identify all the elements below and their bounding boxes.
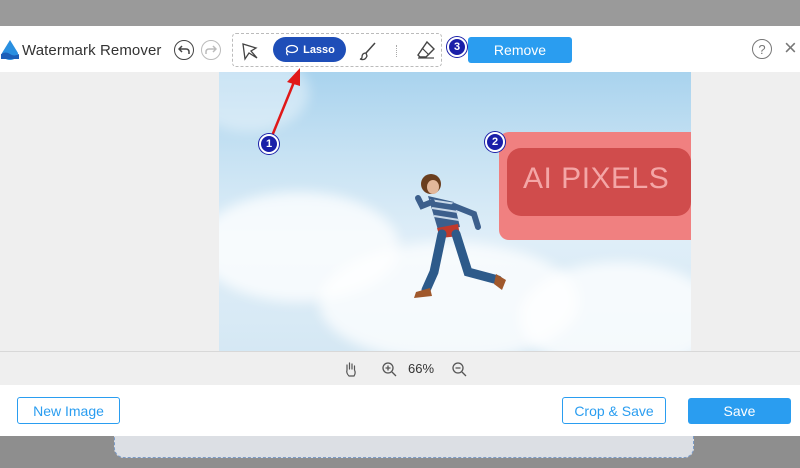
remove-button[interactable]: Remove (468, 37, 572, 63)
eraser-icon[interactable] (415, 39, 437, 61)
zoom-out-icon[interactable] (451, 361, 467, 377)
lasso-label: Lasso (303, 43, 335, 56)
selection-tool-group: Lasso (232, 33, 442, 67)
undo-button[interactable] (174, 40, 194, 60)
close-icon: × (784, 35, 797, 60)
save-button[interactable]: Save (688, 398, 791, 424)
lasso-tool-button[interactable]: Lasso (273, 37, 346, 62)
watermark-text: AI PIXELS (523, 162, 670, 195)
redo-button[interactable] (201, 40, 221, 60)
hand-pan-icon[interactable] (343, 361, 359, 377)
help-button[interactable]: ? (752, 39, 772, 59)
brush-icon[interactable] (357, 40, 379, 62)
image-preview[interactable]: AI PIXELS (219, 72, 691, 351)
lasso-icon (285, 44, 299, 56)
watermark-remover-dialog: Watermark Remover Lasso 3 Remove ? × AI … (0, 26, 800, 436)
zoom-bar: 66% (0, 351, 800, 385)
app-title-text: Watermark Remover (22, 41, 162, 59)
new-image-button[interactable]: New Image (17, 397, 120, 424)
undo-icon (178, 45, 190, 54)
toolbar: Watermark Remover Lasso 3 Remove ? × (0, 26, 800, 72)
close-button[interactable]: × (784, 36, 800, 60)
cloud (219, 72, 309, 132)
zoom-level: 66% (408, 361, 435, 376)
zoom-in-icon[interactable] (381, 361, 397, 377)
step-badge-2: 2 (485, 132, 505, 152)
app-title: Watermark Remover (0, 39, 162, 61)
step-badge-1: 1 (259, 134, 279, 154)
dialog-footer: New Image Crop & Save Save (0, 385, 800, 436)
tool-separator (396, 45, 397, 57)
redo-icon (205, 45, 217, 54)
crop-and-save-button[interactable]: Crop & Save (562, 397, 666, 424)
step-badge-3: 3 (447, 37, 467, 57)
water-drop-icon (1, 40, 19, 60)
canvas-area: AI PIXELS (0, 72, 800, 351)
help-icon: ? (758, 41, 766, 57)
backdrop-top (0, 0, 800, 26)
polygon-lasso-icon[interactable] (239, 40, 261, 62)
